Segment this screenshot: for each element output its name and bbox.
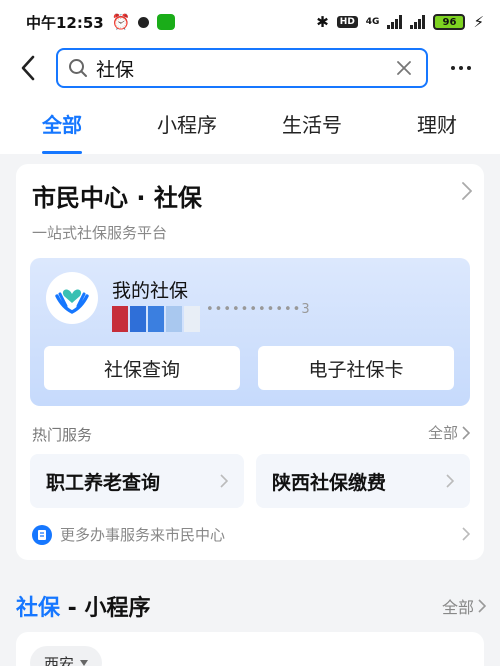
signal2-icon — [410, 15, 426, 29]
charging-icon: ⚡ — [473, 13, 484, 31]
wechat-icon — [157, 14, 176, 30]
signal-icon — [387, 15, 403, 29]
more-dots-icon — [451, 66, 455, 70]
caret-down-icon — [80, 660, 89, 666]
e-ss-card-button[interactable]: 电子社保卡 — [258, 346, 454, 390]
clear-button[interactable] — [392, 56, 416, 80]
my-social-security-label: 我的社保 — [112, 280, 189, 302]
hd-badge: HD — [336, 16, 358, 28]
more-services-label: 更多办事服务来市民中心 — [60, 526, 226, 544]
shaanxi-payment-label: 陕西社保缴费 — [272, 471, 387, 494]
document-icon — [32, 524, 52, 545]
chevron-right-icon — [462, 425, 470, 440]
ss-query-button[interactable]: 社保查询 — [44, 346, 240, 390]
chevron-right-icon — [478, 599, 486, 613]
masked-id: •••••••••••3 — [206, 302, 311, 317]
card-chevron-icon[interactable] — [462, 182, 473, 204]
search-box[interactable] — [56, 48, 428, 88]
pension-query-label: 职工养老查询 — [46, 471, 161, 494]
close-icon — [397, 61, 411, 75]
mini-program-card: 西安 — [16, 632, 484, 666]
status-bar: 中午12:53 ⏰ ✱ HD 4G 96 ⚡ — [0, 0, 500, 44]
tab-bar: 全部 小程序 生活号 理财 — [0, 92, 500, 154]
card-subtitle: 一站式社保服务平台 — [32, 224, 168, 242]
more-button[interactable] — [428, 44, 494, 92]
battery-icon: 96 — [433, 14, 466, 30]
section-title: 社保 - 小程序 — [16, 590, 150, 622]
search-icon — [69, 59, 87, 77]
section-all-link[interactable]: 全部 — [442, 594, 486, 618]
chevron-right-icon — [446, 474, 454, 488]
bluetooth-icon: ✱ — [316, 13, 329, 31]
color-strip — [112, 306, 200, 332]
hot-services-label: 热门服务 — [32, 426, 93, 444]
alarm-icon: ⏰ — [111, 13, 131, 31]
tab-life-accounts[interactable]: 生活号 — [282, 109, 342, 138]
hot-services-all-link[interactable]: 全部 — [428, 422, 470, 443]
more-services-link[interactable]: 更多办事服务来市民中心 — [32, 524, 225, 545]
region-selector[interactable]: 西安 — [30, 646, 103, 666]
social-security-logo-icon — [46, 272, 98, 324]
shaanxi-payment-button[interactable]: 陕西社保缴费 — [256, 454, 470, 508]
section-title-rest: - 小程序 — [60, 596, 151, 621]
back-button[interactable] — [0, 44, 56, 92]
status-time: 中午12:53 — [26, 13, 104, 32]
section-all-label: 全部 — [441, 598, 474, 617]
record-dot-icon — [138, 16, 150, 28]
hot-all-label: 全部 — [427, 424, 458, 442]
tab-finance[interactable]: 理财 — [417, 109, 457, 138]
network-label: 4G — [365, 17, 380, 27]
chevron-right-icon — [220, 474, 228, 488]
citizen-center-card: 市民中心 · 社保 一站式社保服务平台 我的社保 •••••••••••3 社保… — [16, 164, 484, 560]
top-bar — [0, 44, 500, 92]
my-social-security-panel[interactable]: 我的社保 •••••••••••3 社保查询 电子社保卡 — [30, 258, 470, 406]
pension-query-button[interactable]: 职工养老查询 — [30, 454, 244, 508]
tab-all[interactable]: 全部 — [42, 109, 82, 138]
card-title[interactable]: 市民中心 · 社保 — [32, 178, 202, 213]
section-title-keyword: 社保 — [16, 596, 61, 621]
region-label: 西安 — [44, 654, 75, 666]
back-arrow-icon — [21, 55, 35, 81]
search-input[interactable] — [96, 57, 392, 79]
tab-mini-programs[interactable]: 小程序 — [157, 109, 217, 138]
more-services-chevron-icon[interactable] — [462, 526, 471, 545]
battery-level: 96 — [442, 16, 457, 28]
